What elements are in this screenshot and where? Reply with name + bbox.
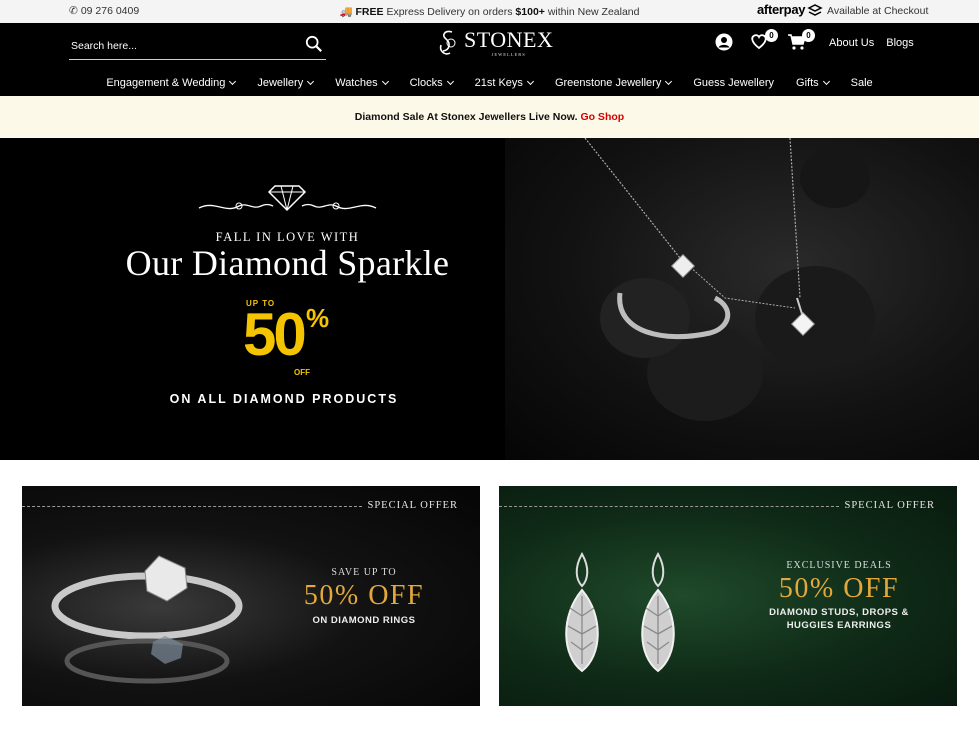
offer-card-earrings[interactable]: SPECIAL OFFER EXCLUSIVE DEALS 50% OFF DI…: [499, 486, 957, 706]
hero-jewellery-image: [505, 138, 979, 460]
nav-label: Jewellery: [257, 77, 304, 89]
hero-discount-number: 50: [243, 301, 307, 368]
diamond-flourish-icon: [198, 185, 377, 212]
header-links: About Us Blogs: [829, 37, 914, 49]
offer-bottom-line-1: DIAMOND STUDS, DROPS &: [769, 607, 909, 618]
nav-gifts[interactable]: Gifts: [785, 74, 840, 92]
wishlist-count-badge: 0: [765, 29, 778, 42]
promo-free: FREE: [355, 6, 384, 18]
hero-subtitle: ON ALL DIAMOND PRODUCTS: [169, 392, 399, 406]
chevron-down-icon: [381, 77, 389, 86]
announcement-bar: Diamond Sale At Stonex Jewellers Live No…: [0, 96, 979, 138]
chevron-down-icon: [822, 77, 830, 86]
account-button[interactable]: [715, 33, 735, 53]
divider: [22, 506, 362, 507]
diamond-ring-illustration: [51, 555, 243, 684]
blogs-link[interactable]: Blogs: [886, 37, 914, 49]
hero-title: Our Diamond Sparkle: [125, 243, 450, 283]
promo-amount: $100+: [515, 6, 545, 18]
logo-monogram-icon: [439, 30, 456, 55]
offer-bottom-line-2: HUGGIES EARRINGS: [786, 620, 892, 631]
nav-sale[interactable]: Sale: [840, 74, 884, 92]
offer-discount: 50% OFF: [303, 580, 425, 611]
nav-engagement-wedding[interactable]: Engagement & Wedding: [95, 74, 246, 92]
nav-label: Gifts: [796, 77, 819, 89]
chevron-down-icon: [526, 77, 534, 86]
nav-21st-keys[interactable]: 21st Keys: [464, 74, 544, 92]
hero-banner[interactable]: FALL IN LOVE WITH Our Diamond Sparkle UP…: [0, 138, 979, 460]
nav-greenstone-jewellery[interactable]: Greenstone Jewellery: [544, 74, 682, 92]
nav-label: Watches: [335, 77, 378, 89]
cart-button[interactable]: 0: [787, 29, 815, 53]
go-shop-link[interactable]: Go Shop: [580, 111, 624, 123]
nav-label: Greenstone Jewellery: [554, 77, 662, 89]
user-icon: [715, 33, 733, 51]
stonex-logo[interactable]: STONEX JEWELLERS: [436, 29, 553, 57]
about-us-link[interactable]: About Us: [829, 37, 874, 49]
header-icons: 0 0: [715, 29, 815, 53]
nav-clocks[interactable]: Clocks: [399, 74, 464, 92]
nav-label: Clocks: [409, 77, 443, 89]
search-icon[interactable]: [305, 35, 323, 53]
offer-top-text: EXCLUSIVE DEALS: [786, 560, 892, 571]
nav-guess-jewellery[interactable]: Guess Jewellery: [682, 74, 785, 92]
afterpay-wordmark: afterpay: [757, 2, 806, 17]
chevron-down-icon: [307, 77, 315, 86]
special-offer-tag: SPECIAL OFFER: [844, 500, 935, 511]
offer-bottom-text: DIAMOND STUDS, DROPS & HUGGIES EARRINGS: [754, 606, 924, 632]
wishlist-button[interactable]: 0: [750, 29, 778, 53]
nav-jewellery[interactable]: Jewellery: [246, 74, 324, 92]
promo-text: Express Delivery on orders: [386, 6, 513, 18]
drop-earrings-illustration: [565, 551, 675, 673]
nav-label: Guess Jewellery: [693, 77, 775, 89]
hero-text-panel: FALL IN LOVE WITH Our Diamond Sparkle UP…: [0, 138, 505, 460]
offer-bottom-text: ON DIAMOND RINGS: [312, 615, 416, 626]
truck-icon: 🚚: [339, 6, 353, 18]
special-offer-tag: SPECIAL OFFER: [367, 500, 458, 511]
afterpay-logo: afterpay: [757, 2, 823, 17]
logo-wordmark: STONEX: [464, 27, 554, 52]
offer-top-text: SAVE UP TO: [331, 567, 397, 578]
nav-label: Engagement & Wedding: [106, 77, 226, 89]
hero-percent-sign: %: [306, 303, 330, 333]
nav-label: 21st Keys: [474, 77, 523, 89]
top-utility-bar: ✆ 09 276 0409 🚚 FREE Express Delivery on…: [0, 0, 979, 23]
offer-card-diamond-rings[interactable]: SPECIAL OFFER SAVE UP TO 50% OFF ON DIAM…: [22, 486, 480, 706]
search-bar: [69, 32, 326, 60]
logo-subtitle: JEWELLERS: [491, 52, 526, 57]
chevron-down-icon: [229, 77, 237, 86]
chevron-down-icon: [665, 77, 673, 86]
offer-discount: 50% OFF: [778, 573, 900, 604]
ring-and-pendant-illustration: [584, 138, 875, 421]
chevron-down-icon: [446, 77, 454, 86]
hero-off-label: OFF: [294, 368, 310, 377]
promo-tail: within New Zealand: [547, 6, 640, 18]
nav-label: Sale: [850, 77, 873, 89]
afterpay-arrows-icon: [807, 3, 823, 16]
main-navigation: Engagement & Wedding Jewellery Watches C…: [0, 74, 979, 92]
divider: [499, 506, 839, 507]
announcement-text: Diamond Sale At Stonex Jewellers Live No…: [354, 111, 578, 123]
site-header: STONEX JEWELLERS 0 0 About Us Blogs Enga…: [0, 23, 979, 96]
search-input[interactable]: [71, 40, 291, 52]
afterpay-text: Available at Checkout: [827, 5, 929, 17]
cart-count-badge: 0: [802, 29, 815, 42]
nav-watches[interactable]: Watches: [324, 74, 398, 92]
